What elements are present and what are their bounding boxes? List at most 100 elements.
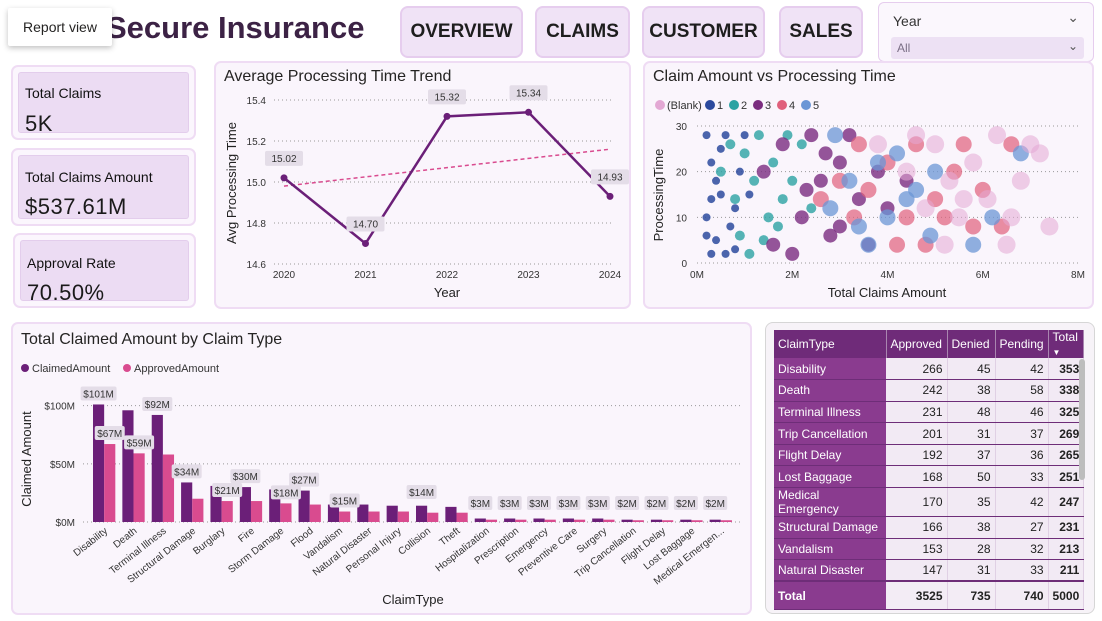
scatter-point xyxy=(777,194,788,205)
nav-sales-button[interactable]: SALES xyxy=(779,6,863,58)
scatter-point xyxy=(965,236,982,253)
count-cell: 31 xyxy=(947,559,996,582)
year-slicer[interactable]: Year ⌄ All ⌄ xyxy=(878,2,1094,62)
scatter-point xyxy=(813,173,828,188)
table-row[interactable]: Terminal Illness 231 48 46 325 xyxy=(774,401,1085,424)
claimed-bar xyxy=(474,518,486,522)
table-scrollbar[interactable] xyxy=(1079,359,1085,480)
count-cell: 213 xyxy=(1048,538,1085,561)
claimtype-cell: Medical Emergency xyxy=(774,487,886,518)
table-row[interactable]: Vandalism 153 28 32 213 xyxy=(774,538,1085,561)
table-row[interactable]: Death 242 38 58 338 xyxy=(774,379,1085,402)
data-label: $3M xyxy=(500,499,519,510)
chevron-down-icon: ⌄ xyxy=(1067,39,1078,53)
table-row[interactable]: Flight Delay 192 37 36 265 xyxy=(774,444,1085,467)
claimed-bar xyxy=(592,518,604,522)
data-label: $92M xyxy=(145,400,170,411)
claimed-bar xyxy=(650,519,663,522)
data-label: 14.70 xyxy=(353,220,378,231)
kpi-total-claims-amount: Total Claims Amount $537.61M xyxy=(11,148,196,226)
line-chart-panel: Average Processing Time Trend 15.4 15.2 15… xyxy=(214,61,631,309)
col-header-pending[interactable]: Pending xyxy=(995,330,1049,358)
count-cell: 58 xyxy=(995,379,1049,402)
approved-bar xyxy=(104,444,116,522)
y-tick-label: 20 xyxy=(676,168,688,179)
nav-overview-button[interactable]: OVERVIEW xyxy=(400,6,523,58)
approved-bar xyxy=(280,503,292,522)
data-label: 15.32 xyxy=(434,92,459,103)
year-dropdown[interactable]: All ⌄ xyxy=(891,37,1084,59)
data-label: $3M xyxy=(559,499,578,510)
scatter-point xyxy=(988,126,1007,145)
scatter-point xyxy=(1040,217,1059,236)
scatter-point xyxy=(731,245,740,254)
col-header-approved[interactable]: Approved xyxy=(886,330,948,358)
count-cell: 48 xyxy=(947,401,996,424)
table-row[interactable]: Disability 266 45 42 353 xyxy=(774,358,1085,381)
table-row[interactable]: Natural Disaster 147 31 33 211 xyxy=(774,559,1085,582)
data-label: $59M xyxy=(127,438,152,449)
scatter-point xyxy=(1002,208,1021,227)
x-tick-label: 6M xyxy=(976,270,990,281)
scatter-point xyxy=(721,131,730,140)
legend-label: 2 xyxy=(741,100,747,112)
scatter-point xyxy=(879,209,896,226)
claimtype-cell: Structural Damage xyxy=(774,516,886,539)
count-cell: 46 xyxy=(995,401,1049,424)
scatter-point xyxy=(745,190,754,199)
count-cell: 153 xyxy=(886,538,948,561)
col-header-denied[interactable]: Denied xyxy=(947,330,996,358)
y-axis-title: ProcessingTime xyxy=(651,149,666,242)
scatter-point xyxy=(804,128,819,143)
approved-bar xyxy=(309,504,321,522)
claims-status-table-panel: ClaimType Approved Denied Pending Total ▼… xyxy=(765,322,1095,614)
legend-label: 3 xyxy=(765,100,771,112)
sort-desc-icon: ▼ xyxy=(1052,348,1061,357)
scatter-point xyxy=(827,127,844,144)
scatter-point xyxy=(898,191,915,208)
scatter-point xyxy=(978,190,997,209)
nav-claims-button[interactable]: CLAIMS xyxy=(535,6,630,58)
scatter-point xyxy=(735,167,744,176)
x-tick-label: 4M xyxy=(881,270,895,281)
scatter-point xyxy=(889,145,906,162)
scatter-point xyxy=(775,137,790,152)
table-row[interactable]: Structural Damage 166 38 27 231 xyxy=(774,516,1085,539)
claimed-bar xyxy=(151,414,163,522)
col-header-claimtype[interactable]: ClaimType xyxy=(774,330,887,358)
nav-customer-button[interactable]: CUSTOMER xyxy=(642,6,765,58)
line-chart: 15.4 15.2 15.0 14.8 14.6 2020 2021 2022 2023 2024… xyxy=(224,85,629,300)
scatter-point xyxy=(731,204,740,213)
x-tick-label: 2021 xyxy=(354,270,377,281)
table-row[interactable]: Trip Cancellation 201 31 37 269 xyxy=(774,422,1085,445)
count-cell: 36 xyxy=(995,444,1049,467)
x-tick-label: 2023 xyxy=(517,270,540,281)
claimed-bar xyxy=(709,519,721,522)
claimed-bar xyxy=(621,519,633,522)
chevron-down-icon[interactable]: ⌄ xyxy=(1067,9,1079,26)
approved-bar xyxy=(662,520,674,522)
kpi-label: Total Claims Amount xyxy=(25,169,153,185)
series-line xyxy=(283,111,611,246)
y-tick-label: $100M xyxy=(44,402,75,413)
kpi-label: Approval Rate xyxy=(27,255,116,271)
scatter-point xyxy=(897,162,916,181)
table-row[interactable]: Medical Emergency 170 35 42 247 xyxy=(774,487,1085,518)
approved-bar xyxy=(397,511,409,522)
year-dropdown-value: All xyxy=(897,41,911,55)
col-header-total[interactable]: Total ▼ xyxy=(1048,330,1085,358)
legend-label: 1 xyxy=(717,100,723,112)
data-label: $21M xyxy=(215,486,240,497)
scatter-point xyxy=(785,246,800,261)
y-tick-label: 30 xyxy=(676,122,688,133)
approved-bar xyxy=(485,519,498,522)
x-tick-label: Burglary xyxy=(191,526,227,558)
x-axis-title: Year xyxy=(434,285,461,300)
count-cell: 247 xyxy=(1048,487,1085,518)
legend-marker xyxy=(655,100,665,110)
y-tick-label: 14.6 xyxy=(247,260,267,271)
claimed-bar xyxy=(533,518,545,522)
count-cell: 192 xyxy=(886,444,948,467)
table-row[interactable]: Lost Baggage 168 50 33 251 xyxy=(774,465,1085,489)
data-label: $2M xyxy=(705,499,724,510)
